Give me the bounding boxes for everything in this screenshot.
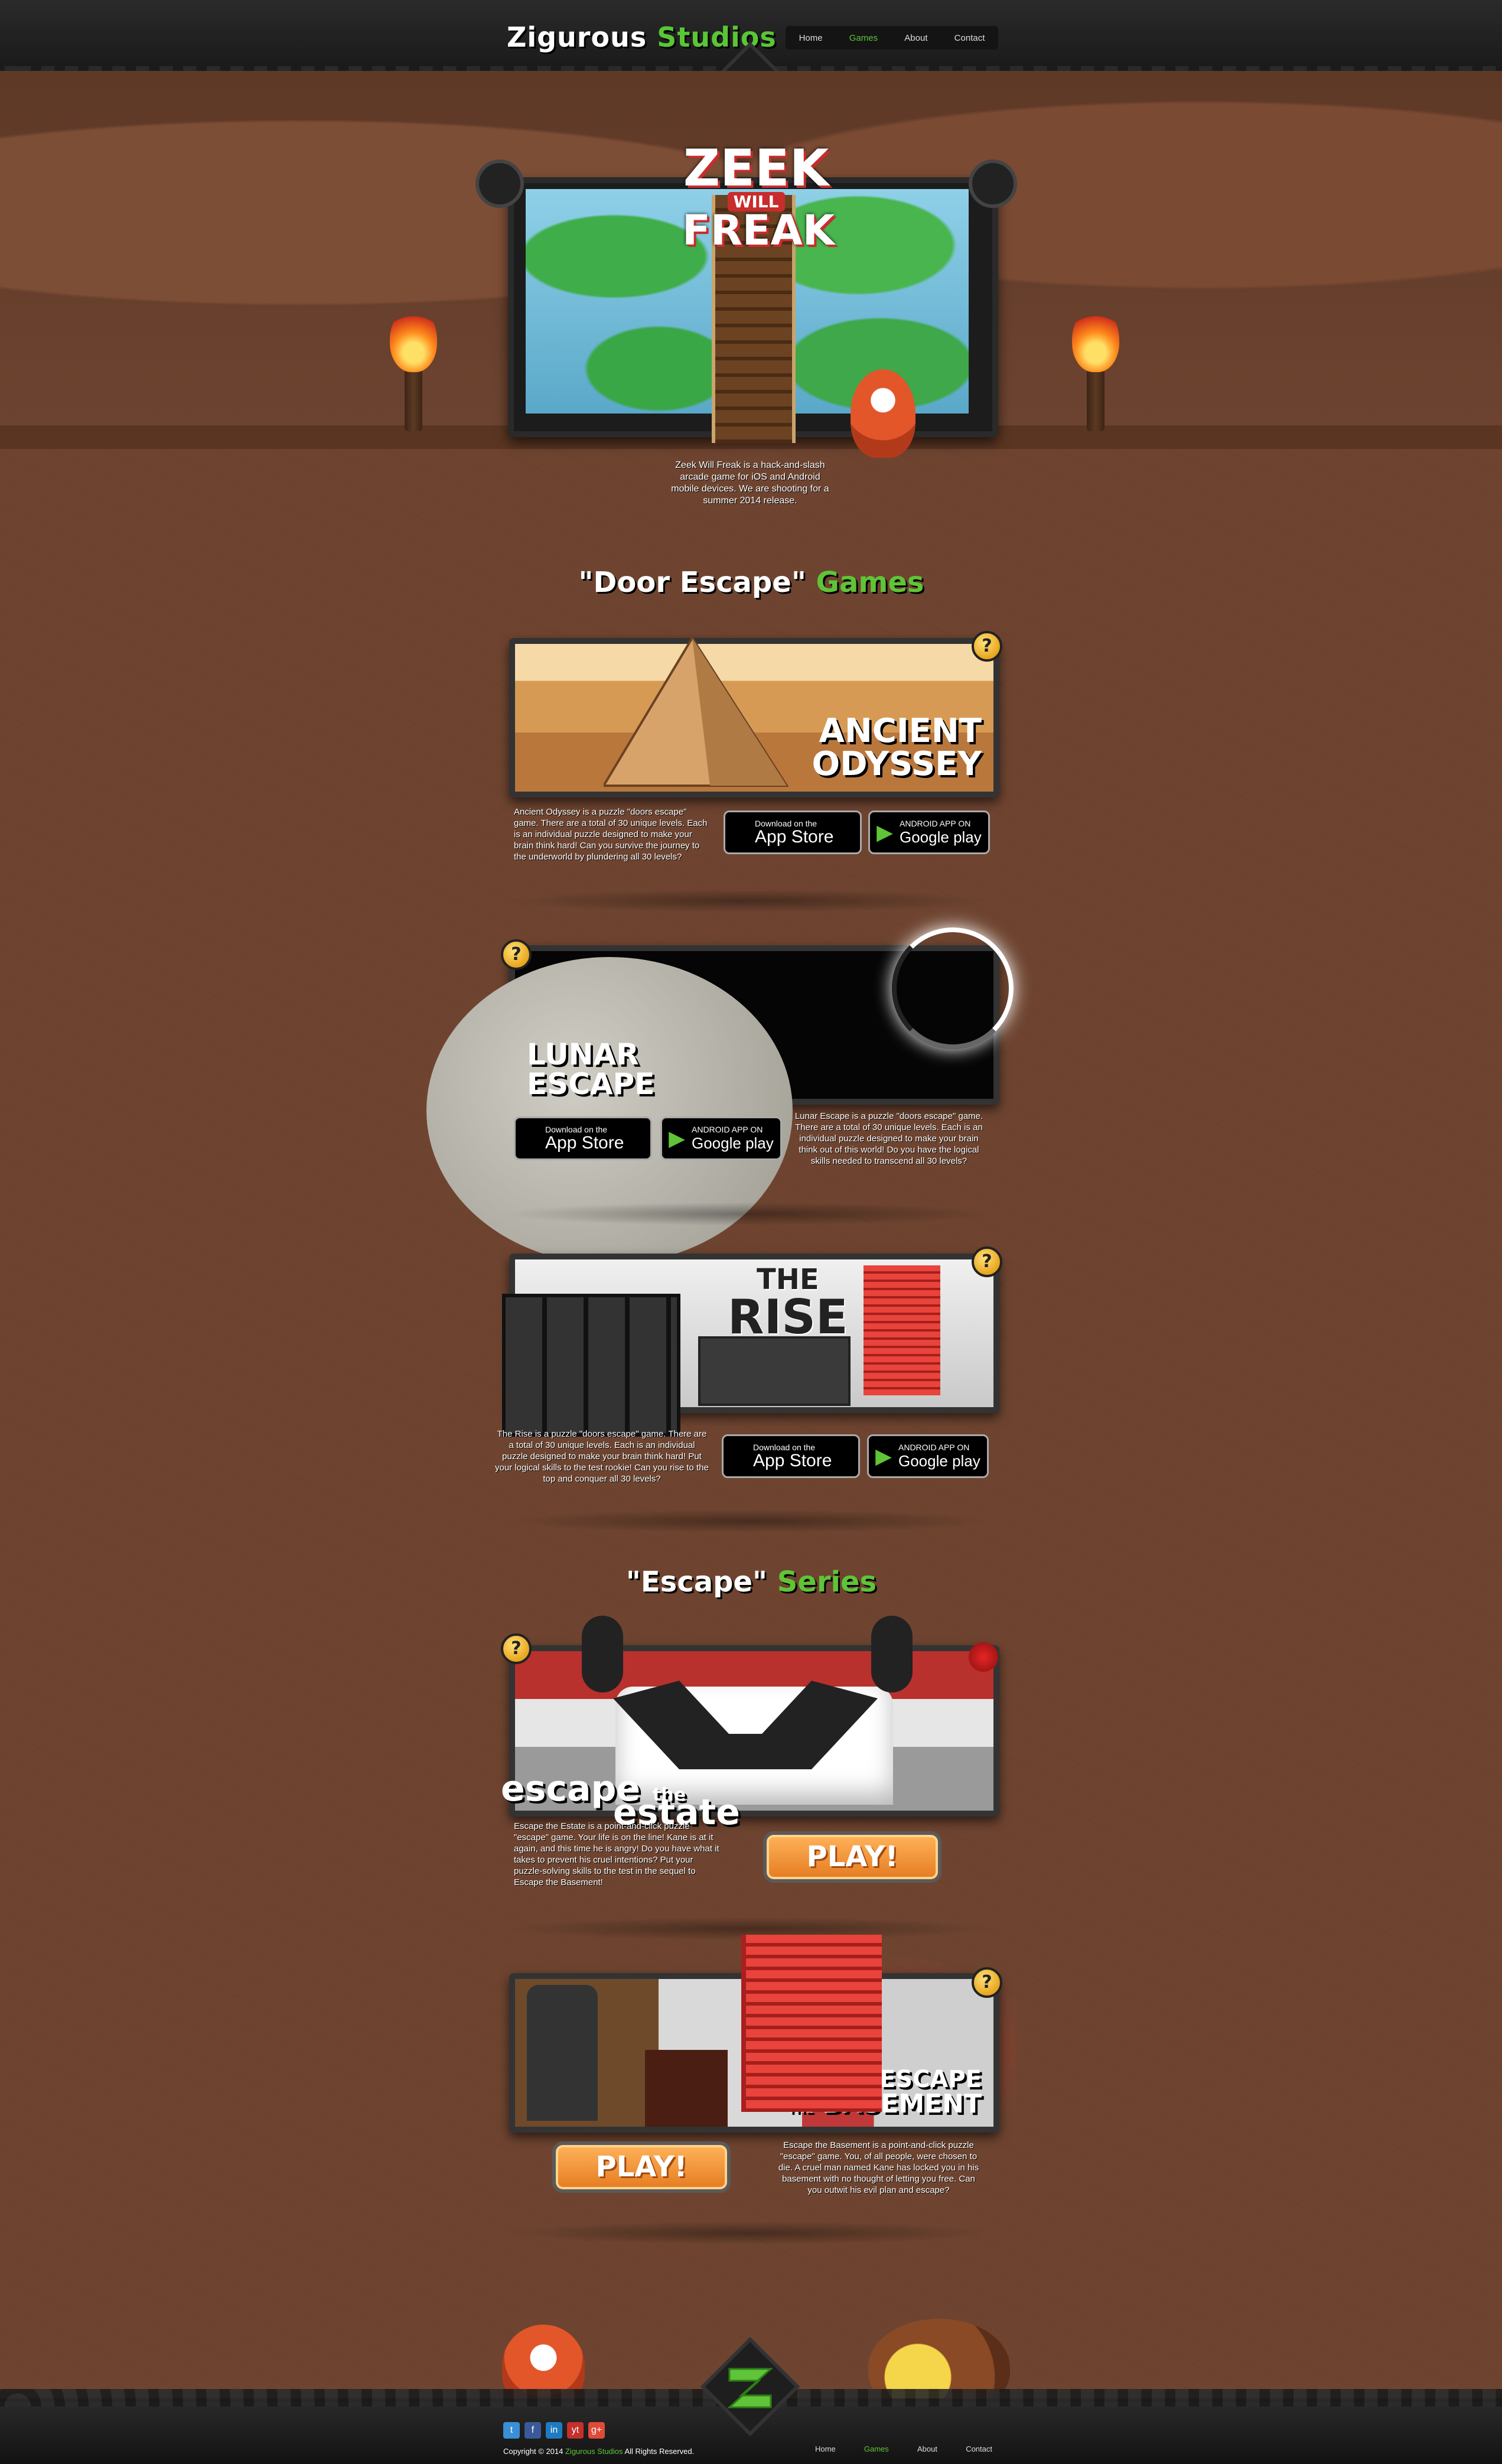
linkedin-icon[interactable]: in: [546, 2422, 562, 2439]
lunar-title-2: ESCAPE: [527, 1067, 655, 1101]
eclipse-icon: [892, 927, 1014, 1049]
rise-title-2: RISE: [728, 1290, 848, 1345]
rose-icon: [969, 1642, 998, 1672]
nav-home[interactable]: Home: [799, 33, 823, 43]
hero-description: Zeek Will Freak is a hack-and-slash arca…: [671, 460, 829, 506]
section-title-part1: "Escape": [625, 1565, 768, 1599]
ancient-description: Ancient Odyssey is a puzzle "doors escap…: [514, 807, 708, 862]
estate-play-button[interactable]: PLAY!: [763, 1831, 941, 1883]
ancient-title-1: ANCIENT: [819, 712, 982, 750]
play-triangle-icon: ▶: [669, 1126, 685, 1150]
rise-help-icon[interactable]: ?: [972, 1246, 1002, 1277]
flame-right-icon: [1072, 307, 1119, 372]
footer-nav: Home Games About Contact: [815, 2445, 992, 2453]
section-title-door-escape: "Door Escape" Games: [515, 566, 988, 599]
copyright-pre: Copyright © 2014: [503, 2447, 563, 2456]
section-title-escape-series: "Escape" Series: [515, 1565, 988, 1599]
card-shadow: [502, 1509, 998, 1533]
hero-title-line3: FREAK: [682, 206, 835, 255]
section-title-part1: "Door Escape": [578, 566, 806, 599]
play-triangle-icon: ▶: [875, 1444, 892, 1468]
lantern-left-icon: [475, 160, 524, 208]
fox-mascot-icon: [851, 369, 915, 458]
lunar-description: Lunar Escape is a puzzle "doors escape" …: [794, 1111, 983, 1166]
youtube-icon[interactable]: yt: [567, 2422, 584, 2439]
lunar-google-play-button[interactable]: ▶ ANDROID APP ON Google play: [660, 1117, 782, 1160]
basement-help-icon[interactable]: ?: [972, 1967, 1002, 1998]
estate-description: Escape the Estate is a point-and-click p…: [514, 1821, 719, 1887]
play-triangle-icon: ▶: [877, 820, 893, 844]
card-shadow: [502, 1202, 998, 1226]
shoe-left-icon: [582, 1616, 623, 1692]
rise-description: The Rise is a puzzle "doors escape" game…: [495, 1429, 709, 1484]
footer-emblem-icon[interactable]: [700, 2336, 800, 2437]
copyright: Copyright © 2014 Zigurous Studios All Ri…: [503, 2447, 694, 2456]
rise-app-store-button[interactable]: Download on the App Store: [722, 1434, 860, 1478]
google-plus-icon[interactable]: g+: [588, 2422, 605, 2439]
facebook-icon[interactable]: f: [524, 2422, 541, 2439]
lunar-title-1: LUNAR: [527, 1037, 639, 1072]
google-play-bottom: Google play: [898, 1452, 980, 1470]
pyramid-icon: [604, 638, 789, 787]
logo-word-1: Zigurous: [507, 21, 647, 53]
main-nav: Home Games About Contact: [786, 26, 998, 50]
nav-games[interactable]: Games: [849, 33, 878, 43]
ancient-help-icon[interactable]: ?: [972, 631, 1002, 662]
nav-about[interactable]: About: [904, 33, 927, 43]
app-store-bottom: App Store: [755, 827, 834, 847]
hero-title: ZEEK WILL FREAK: [682, 139, 835, 255]
basement-description: Escape the Basement is a point-and-click…: [778, 2140, 979, 2195]
footer-nav-about[interactable]: About: [917, 2445, 937, 2453]
rise-google-play-button[interactable]: ▶ ANDROID APP ON Google play: [867, 1434, 989, 1478]
footer-nav-home[interactable]: Home: [815, 2445, 836, 2453]
shoe-right-icon: [871, 1616, 913, 1692]
twitter-icon[interactable]: t: [503, 2422, 520, 2439]
estate-help-icon[interactable]: ?: [501, 1633, 532, 1664]
app-store-bottom: App Store: [545, 1133, 624, 1153]
copyright-name[interactable]: Zigurous Studios: [565, 2447, 623, 2456]
ancient-odyssey-banner[interactable]: ANCIENT ODYSSEY: [509, 638, 999, 798]
ancient-title-2: ODYSSEY: [812, 745, 982, 783]
copyright-post: All Rights Reserved.: [624, 2447, 695, 2456]
lunar-app-store-button[interactable]: Download on the App Store: [514, 1117, 652, 1160]
section-title-part2: Games: [816, 566, 924, 599]
hero-title-line1: ZEEK: [683, 139, 829, 198]
app-store-bottom: App Store: [753, 1451, 832, 1470]
lunar-help-icon[interactable]: ?: [501, 939, 532, 970]
locker-door-image: [502, 1294, 680, 1437]
footer-nav-contact[interactable]: Contact: [966, 2445, 992, 2453]
social-links: t f in yt g+: [503, 2422, 605, 2439]
google-play-bottom: Google play: [900, 828, 982, 846]
google-play-top: ANDROID APP ON: [692, 1125, 763, 1134]
lantern-right-icon: [969, 160, 1017, 208]
footer-nav-games[interactable]: Games: [864, 2445, 889, 2453]
google-play-top: ANDROID APP ON: [898, 1443, 970, 1452]
section-title-part2: Series: [777, 1565, 877, 1599]
google-play-top: ANDROID APP ON: [900, 819, 971, 828]
nav-contact[interactable]: Contact: [954, 33, 985, 43]
red-gate-image: [741, 1935, 882, 2112]
google-play-bottom: Google play: [692, 1134, 774, 1152]
flame-left-icon: [390, 307, 437, 372]
card-shadow: [502, 889, 998, 913]
card-shadow: [502, 2221, 998, 2245]
ancient-google-play-button[interactable]: ▶ ANDROID APP ON Google play: [868, 811, 990, 854]
basement-play-button[interactable]: PLAY!: [552, 2141, 731, 2193]
ancient-app-store-button[interactable]: Download on the App Store: [724, 811, 862, 854]
